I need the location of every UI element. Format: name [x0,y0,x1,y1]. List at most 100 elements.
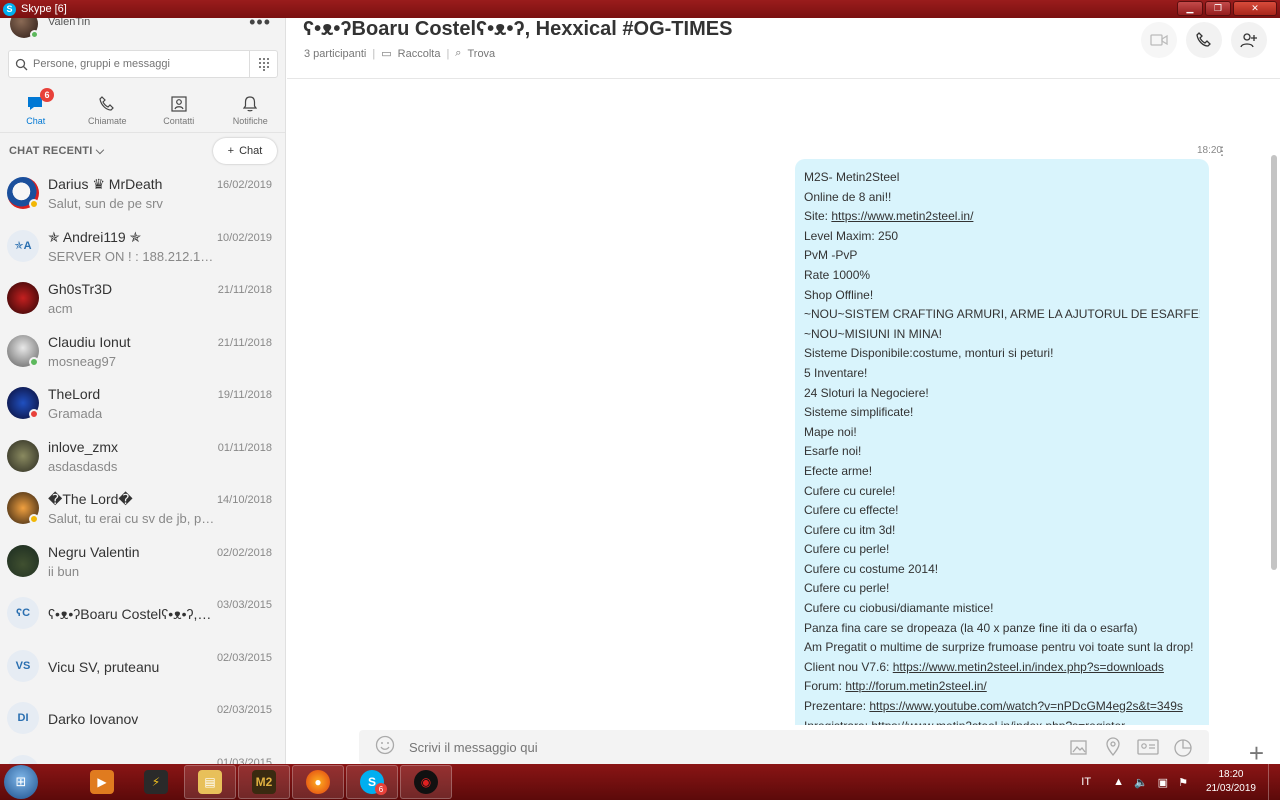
tab-chat[interactable]: 6 Chat [0,88,72,132]
message-line: Cufere cu itm 3d! [804,521,1200,541]
message-line: Rate 1000% [804,266,1200,286]
message-text: Rate 1000% [804,267,871,282]
taskbar-game-launcher[interactable]: ⚡ [130,765,182,799]
message-options-icon[interactable]: ⋮ [1216,144,1228,158]
chat-list-item[interactable]: 01/03/2015 [0,748,285,764]
chat-list-item[interactable]: DI Darko Iovanov 02/03/2015 [0,695,285,748]
clock-date: 21/03/2019 [1205,783,1256,794]
maximize-button[interactable]: ❐ [1205,1,1231,16]
chat-name: Gh0sTr3D [48,281,113,297]
message-link[interactable]: https://www.metin2steel.in/ [831,209,973,223]
firefox-icon: ● [306,770,330,794]
message-line: Cufere cu ciobusi/diamante mistice! [804,599,1200,619]
message-text: Inregistrare: https://www.metin2steel.in… [804,719,1125,725]
minimize-button[interactable]: ▁ [1177,1,1203,16]
participants-link[interactable]: 3 participanti [304,48,366,60]
start-button[interactable]: ⊞ [4,765,38,799]
taskbar-metin2[interactable]: M2 [238,765,290,799]
poll-icon[interactable] [1173,737,1195,762]
chat-list-item[interactable]: TheLord Gramada 19/11/2018 [0,380,285,433]
message-text: Efecte arme! [804,463,873,478]
chat-list-item[interactable]: ʕC ʕ•ᴥ•ʔBoaru Costelʕ•ᴥ•ʔ, He... 03/03/201… [0,590,285,643]
dialpad-icon[interactable] [249,51,277,77]
metin2-icon: M2 [252,770,276,794]
show-desktop-button[interactable] [1268,764,1280,800]
tray-icons: ▲ 🔈 ▣ ⚑ [1113,776,1188,789]
location-icon[interactable] [1103,737,1123,762]
contact-card-icon[interactable] [1137,737,1159,762]
find-icon: ⌕ [455,47,462,59]
avatar-initials: ✯A [7,229,39,262]
video-call-button[interactable] [1141,22,1177,58]
search-input[interactable] [33,58,243,70]
chat-list-item[interactable]: Darius ♛ MrDeath Salut, sun de pe srv 16/0… [0,170,285,223]
image-icon[interactable] [1069,737,1089,762]
online-status-icon [30,30,39,39]
message-line: Sisteme simplificate! [804,403,1200,423]
chat-list-item[interactable]: �The Lord� Salut, tu erai cu sv de jb, pa… [0,485,285,538]
show-hidden-icons-icon[interactable]: ▲ [1113,776,1124,789]
lightning-icon: ⚡ [144,770,168,794]
message-line: Cufere cu costume 2014! [804,560,1200,580]
chat-date: 02/03/2015 [216,651,272,664]
chat-name: Vicu SV, pruteanu [48,658,160,675]
network-icon[interactable]: ▣ [1158,776,1168,789]
new-chat-button[interactable]: + Chat [213,138,277,164]
taskbar-file-explorer[interactable]: ▤ [184,765,236,799]
gallery-link[interactable]: Raccolta [398,48,441,60]
media-player-icon: ▶ [90,770,114,794]
sidebar: ValenTin ••• 6 Chat Chiamate [0,18,286,764]
recent-chats-label[interactable]: CHAT RECENTI ⌵ [9,145,104,158]
chat-list: Darius ♛ MrDeath Salut, sun de pe srv 16/0… [0,170,285,764]
message-text: Level Maxim: 250 [804,228,899,243]
chat-list-item[interactable]: ✯A ✯ Andrei119 ✯ SERVER ON ! : 188.212.100… [0,223,285,276]
profile-bar: ValenTin ••• [0,18,285,42]
find-link[interactable]: Trova [467,48,495,60]
more-options-icon[interactable]: ••• [249,18,271,33]
chat-list-item[interactable]: Negru Valentin ii bun 02/02/2018 [0,538,285,591]
conversation-scrollbar[interactable] [1271,155,1277,570]
volume-icon[interactable]: 🔈 [1134,776,1148,789]
language-indicator[interactable]: IT [1081,776,1091,788]
message-text: Cufere cu effecte! [804,503,899,518]
message-text: Client nou V7.6: [804,659,893,674]
audio-call-button[interactable] [1186,22,1222,58]
action-center-icon[interactable]: ⚑ [1178,776,1188,789]
taskbar-skype[interactable]: S 6 [346,765,398,799]
message-line: Sisteme Disponibile:costume, monturi si … [804,344,1200,364]
tab-notifications[interactable]: Notifiche [215,88,286,132]
tab-calls[interactable]: Chiamate [72,88,144,132]
taskbar-recorder[interactable]: ◉ [400,765,452,799]
conversation-header: ʕ•ᴥ•ʔBoaru Costelʕ•ᴥ•ʔ, Hexxical #OG-TIM… [287,18,1280,79]
message-link[interactable]: https://www.youtube.com/watch?v=nPDcGM4e… [869,699,1183,713]
message-text: Esarfe noi! [804,444,862,459]
conversation-title[interactable]: ʕ•ᴥ•ʔBoaru Costelʕ•ᴥ•ʔ, Hexxical #OG-TIM… [303,18,732,41]
chat-list-item[interactable]: Gh0sTr3D acm 21/11/2018 [0,275,285,328]
taskbar-media-player[interactable]: ▶ [76,765,128,799]
tab-contacts[interactable]: Contatti [143,88,215,132]
taskbar-firefox[interactable]: ● [292,765,344,799]
message-input[interactable] [409,739,1029,755]
message-line: ~NOU~MISIUNI IN MINA! [804,325,1200,345]
chat-list-item[interactable]: VS Vicu SV, pruteanu 02/03/2015 [0,643,285,696]
chat-list-item[interactable]: Claudiu Ionut mosneag97 21/11/2018 [0,328,285,381]
clock-time: 18:20 [1218,769,1244,780]
message-text: Panza fina care se dropeaza (la 40 x pan… [804,620,1138,635]
message-link[interactable]: https://www.metin2steel.in/index.php?s=d… [893,660,1164,674]
system-clock[interactable]: 18:20 21/03/2019 [1206,768,1256,796]
chat-date: 19/11/2018 [217,389,272,401]
add-participant-button[interactable] [1231,22,1267,58]
chat-list-item[interactable]: inlove_zmx asdasdasds 01/11/2018 [0,433,285,486]
message-link[interactable]: http://forum.metin2steel.in/ [845,679,986,693]
chat-preview: acm [48,301,73,316]
close-window-button[interactable]: ✕ [1233,1,1277,16]
profile-avatar[interactable] [10,18,39,39]
chat-date: 02/02/2018 [216,546,272,559]
chat-name: TheLord [48,386,101,402]
emoji-icon[interactable] [375,735,395,760]
separator: | [372,47,376,60]
message-line: M2S- Metin2Steel [804,168,1200,188]
message-line: Level Maxim: 250 [804,227,1200,247]
message-text: Cufere cu perle! [804,581,890,596]
profile-name[interactable]: ValenTin [48,18,90,28]
